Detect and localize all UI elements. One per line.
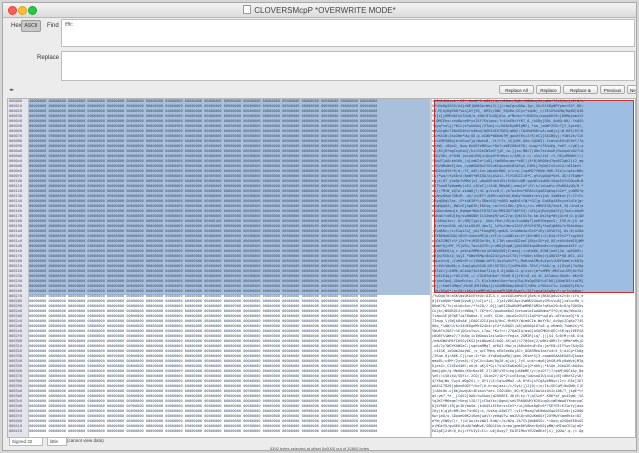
previous-button[interactable]: Previous <box>600 85 625 94</box>
replace-button[interactable]: Replace <box>536 85 561 94</box>
offset-label: 000420 <box>9 429 22 433</box>
signed-select[interactable]: Signed 32 <box>9 437 43 446</box>
document-icon <box>243 5 252 14</box>
selection-info: 5392 bytes selected at offset 0x0000 out… <box>269 446 370 451</box>
status-bar: Signed 32 little (cannot view data) <box>7 436 634 446</box>
hex-editor[interactable]: 000000 000010 000020 000030 000040 000050 0000… <box>7 98 636 438</box>
find-input[interactable]: ffffc <box>61 19 635 47</box>
disclosure-triangle-icon[interactable]: ◂▸ <box>9 87 14 93</box>
text-row: EA2gE}2iK>Q_6i}=YYkIy2=Ii=.wk]Ouqy?_EAIE… <box>432 429 584 433</box>
find-label: Find <box>47 23 59 29</box>
text-rows: iM?KE426ywk.;CS*.Uas8*C.o82))4y;>6Ka>/Gq… <box>432 99 635 434</box>
replace-input[interactable] <box>61 51 635 81</box>
text-pane[interactable]: iM?KE426ywk.;CS*.Uas8*C.o82))4y;>6Ka>/Gq… <box>432 99 635 437</box>
app-window: CLOVERSMcpP *OVERWRITE MODE* Hex ASCII F… <box>2 2 637 451</box>
title-bar: CLOVERSMcpP *OVERWRITE MODE* <box>3 3 636 18</box>
offset-gutter: 000000 000010 000020 000030 000040 000050 0000… <box>8 99 29 437</box>
find-row: Hex ASCII Find ffffc <box>3 17 636 51</box>
window-title: CLOVERSMcpP *OVERWRITE MODE* <box>3 5 636 15</box>
find-replace-buttons: ◂▸ Replace All Replace Replace & Find Pr… <box>3 85 636 102</box>
find-mode-select[interactable]: ASCII <box>21 20 41 32</box>
hex-row: 00000000 00000000 00000000 00000800 0000… <box>29 429 378 433</box>
hex-pane[interactable]: 40000000 00000000 80000000 00000080 0000… <box>29 99 430 437</box>
replace-label: Replace <box>37 55 60 61</box>
replace-all-button[interactable]: Replace All <box>499 85 534 94</box>
window-title-text: CLOVERSMcpP *OVERWRITE MODE* <box>254 6 396 15</box>
next-button[interactable]: Next <box>627 85 636 94</box>
hex-rows: 40000000 00000000 80000000 00000080 0000… <box>29 99 430 434</box>
endian-select[interactable]: little <box>47 437 67 446</box>
replace-row: Replace <box>3 51 636 85</box>
value-readout: (cannot view data) <box>67 438 104 443</box>
replace-and-find-button[interactable]: Replace & Find <box>563 85 598 102</box>
